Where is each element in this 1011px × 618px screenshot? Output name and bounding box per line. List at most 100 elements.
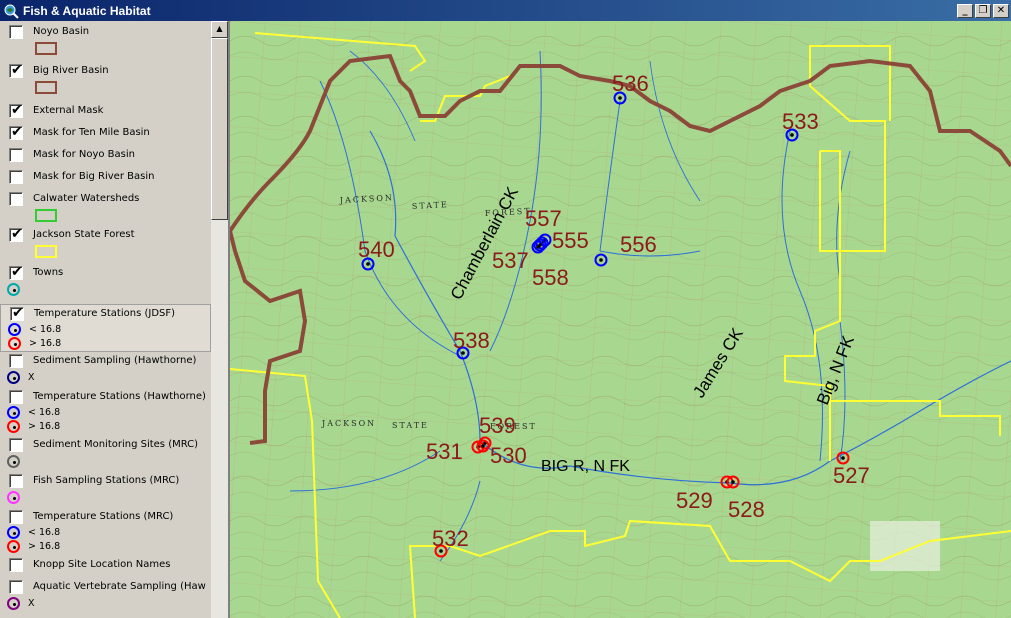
layer-visibility-checkbox[interactable]: [9, 474, 23, 488]
layer-mask-for-noyo-basin[interactable]: Mask for Noyo Basin: [0, 146, 211, 168]
station-555-label: 555: [552, 228, 589, 253]
layer-point-symbol-icon: [7, 454, 20, 468]
minimize-button[interactable]: _: [957, 3, 973, 18]
legend-label: < 16.8: [28, 406, 61, 418]
close-button[interactable]: ✕: [993, 3, 1009, 18]
layer-visibility-checkbox[interactable]: [9, 558, 23, 572]
layer-point-symbol-icon: [7, 370, 20, 384]
layer-name: Mask for Ten Mile Basin: [33, 127, 150, 138]
layer-point-symbol-icon: [7, 282, 20, 296]
layer-temperature-stations-jdsf[interactable]: ✔ Temperature Stations (JDSF) < 16.8 > 16.8: [0, 304, 211, 352]
app-globe-icon: [4, 4, 19, 19]
warm-station-icon: [7, 539, 20, 553]
layer-symbol-swatch: [35, 81, 57, 94]
checkmark-icon: ✔: [11, 226, 23, 242]
legend-label: X: [28, 371, 35, 383]
layer-calwater-watersheds[interactable]: Calwater Watersheds: [0, 190, 211, 228]
scroll-up-button[interactable]: ▲: [211, 21, 228, 38]
layer-name: Sediment Sampling (Hawthorne): [33, 355, 197, 366]
layer-name: Big River Basin: [33, 65, 109, 76]
layer-point-symbol-icon: [7, 490, 20, 504]
table-of-contents: Noyo Basin ✔ Big River Basin ✔ External Mask…: [0, 21, 230, 618]
layer-visibility-checkbox[interactable]: ✔: [9, 124, 23, 140]
layer-mask-for-ten-mile-basin[interactable]: ✔ Mask for Ten Mile Basin: [0, 124, 211, 146]
cool-station-icon: [8, 322, 21, 336]
topo-label: JACKSON: [321, 419, 376, 428]
legend-label: > 16.8: [28, 540, 61, 552]
checkmark-icon: ✔: [11, 62, 23, 78]
layer-mask-for-big-river-basin[interactable]: Mask for Big River Basin: [0, 168, 211, 190]
topo-label: STATE: [392, 421, 429, 430]
layer-jackson-state-forest[interactable]: ✔ Jackson State Forest: [0, 226, 211, 264]
layer-visibility-checkbox[interactable]: ✔: [9, 102, 23, 118]
station-540-label: 540: [358, 237, 395, 262]
layer-visibility-checkbox[interactable]: [9, 148, 23, 162]
layer-name: Towns: [33, 267, 64, 278]
station-538-label: 538: [453, 328, 490, 353]
cool-station-icon: [7, 405, 20, 419]
layer-name: Temperature Stations (Hawthorne): [33, 391, 206, 402]
station-556-label: 556: [620, 232, 657, 257]
layer-visibility-checkbox[interactable]: [9, 170, 23, 184]
layer-visibility-checkbox[interactable]: [9, 354, 23, 368]
layer-sediment-sampling-hawthorne[interactable]: Sediment Sampling (Hawthorne) X: [0, 352, 211, 390]
legend-label: X: [28, 597, 35, 609]
layer-big-river-basin[interactable]: ✔ Big River Basin: [0, 62, 211, 100]
layer-fish-sampling-stations-mrc[interactable]: Fish Sampling Stations (MRC): [0, 472, 211, 510]
scroll-thumb[interactable]: [211, 38, 228, 220]
layer-name: Aquatic Vertebrate Sampling (Haw: [33, 581, 206, 592]
checkmark-icon: ✔: [11, 102, 23, 118]
layer-name: Fish Sampling Stations (MRC): [33, 475, 180, 486]
station-533-label: 533: [782, 109, 819, 134]
clearing-area: [870, 521, 940, 571]
station-532-label: 532: [432, 526, 469, 551]
layer-visibility-checkbox[interactable]: ✔: [9, 264, 23, 280]
layer-visibility-checkbox[interactable]: [9, 25, 23, 39]
layer-noyo-basin[interactable]: Noyo Basin: [0, 23, 211, 61]
layer-visibility-checkbox[interactable]: [9, 510, 23, 524]
map-canvas[interactable]: JACKSONSTATEFORESTJACKSON STATE FOREST Cha…: [230, 21, 1011, 618]
layer-name: Sediment Monitoring Sites (MRC): [33, 439, 199, 450]
layer-visibility-checkbox[interactable]: [9, 580, 23, 594]
layer-name: Temperature Stations (MRC): [33, 511, 174, 522]
restore-button[interactable]: ❐: [975, 3, 991, 18]
layer-visibility-checkbox[interactable]: ✔: [9, 226, 23, 242]
station-528-center-dot: [731, 480, 735, 484]
layer-visibility-checkbox[interactable]: [9, 192, 23, 206]
layer-temperature-stations-mrc[interactable]: Temperature Stations (MRC) < 16.8 > 16.8: [0, 508, 211, 556]
station-558-label: 558: [532, 265, 569, 290]
station-556-center-dot: [599, 258, 603, 262]
layer-name: External Mask: [33, 105, 104, 116]
station-536-label: 536: [612, 71, 649, 96]
layer-temperature-stations-hawthorne[interactable]: Temperature Stations (Hawthorne) < 16.8 > …: [0, 388, 211, 436]
legend-label: > 16.8: [29, 337, 62, 349]
station-540-center-dot: [366, 262, 370, 266]
layer-visibility-checkbox[interactable]: ✔: [9, 62, 23, 78]
station-537-label: 537: [492, 248, 529, 273]
station-539-label: 539: [479, 413, 516, 438]
layer-aquatic-vertebrate-sampling-haw[interactable]: Aquatic Vertebrate Sampling (Haw X: [0, 578, 211, 616]
stream-label-big-r-n-fk: BIG R, N FK: [541, 458, 630, 475]
toc-scrollbar[interactable]: ▲: [211, 21, 228, 618]
layer-visibility-checkbox[interactable]: ✔: [10, 305, 24, 321]
layer-knopp-site-location-names[interactable]: Knopp Site Location Names: [0, 556, 211, 578]
layer-visibility-checkbox[interactable]: [9, 438, 23, 452]
map-view[interactable]: JACKSON STATE FOREST JACKSON STATE FOREST Cha…: [230, 21, 1011, 618]
layer-sediment-monitoring-sites-mrc[interactable]: Sediment Monitoring Sites (MRC): [0, 436, 211, 474]
window-title: Fish & Aquatic Habitat: [23, 3, 151, 18]
station-536-center-dot: [618, 96, 622, 100]
warm-station-icon: [8, 336, 21, 350]
cool-station-icon: [7, 525, 20, 539]
layer-external-mask[interactable]: ✔ External Mask: [0, 102, 211, 124]
layer-name: Jackson State Forest: [33, 229, 135, 240]
legend-label: > 16.8: [28, 420, 61, 432]
title-bar[interactable]: Fish & Aquatic Habitat _ ❐ ✕: [0, 0, 1011, 21]
layer-name: Noyo Basin: [33, 26, 90, 37]
layer-name: Mask for Noyo Basin: [33, 149, 135, 160]
layer-towns[interactable]: ✔ Towns: [0, 264, 211, 302]
layer-visibility-checkbox[interactable]: [9, 390, 23, 404]
layer-symbol-swatch: [35, 209, 57, 222]
layer-symbol-swatch: [35, 245, 57, 258]
layer-name: Knopp Site Location Names: [33, 559, 171, 570]
layer-point-symbol-icon: [7, 596, 20, 610]
